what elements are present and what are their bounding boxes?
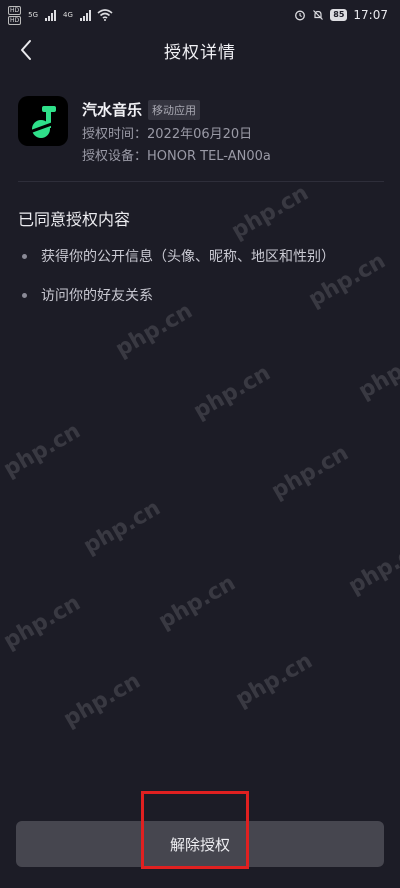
- signal-bars-icon-2: [79, 9, 91, 21]
- permission-item: 访问你的好友关系: [22, 285, 382, 305]
- watermark: php.cn: [267, 440, 353, 505]
- auth-device: 授权设备：HONOR TEL-AN00a: [82, 149, 271, 164]
- alarm-icon: [295, 10, 306, 21]
- watermark: php.cn: [344, 535, 400, 600]
- app-type-tag: 移动应用: [148, 99, 201, 120]
- signal-bars-icon: [45, 9, 57, 21]
- watermark: php.cn: [79, 495, 165, 560]
- app-text: 汽水音乐 移动应用 授权时间：2022年06月20日 授权设备：HONOR TE…: [82, 96, 271, 181]
- hd-badge-2: HD: [8, 15, 22, 25]
- permissions-title: 已同意授权内容: [18, 210, 131, 229]
- status-bar: HD HD 5G 4G 85 17:07: [0, 0, 400, 30]
- wifi-icon: [97, 9, 113, 21]
- nav-header: 授权详情: [0, 30, 400, 70]
- watermark: php.cn: [189, 360, 275, 425]
- battery-indicator: 85: [330, 9, 348, 21]
- app-icon: [18, 96, 68, 146]
- app-name-row: 汽水音乐 移动应用: [82, 99, 271, 120]
- permission-item: 获得你的公开信息（头像、昵称、地区和性别）: [22, 246, 382, 266]
- chevron-left-icon: [21, 40, 31, 60]
- permission-text: 访问你的好友关系: [41, 288, 153, 304]
- watermark: php.cn: [227, 180, 313, 245]
- revoke-label: 解除授权: [169, 835, 230, 854]
- status-time: 17:07: [353, 8, 388, 22]
- revoke-authorization-button[interactable]: 解除授权: [16, 821, 384, 867]
- status-left: HD HD 5G 4G: [8, 5, 113, 25]
- permissions-list: 获得你的公开信息（头像、昵称、地区和性别） 访问你的好友关系: [22, 246, 382, 324]
- music-note-logo-icon: [28, 106, 56, 138]
- watermark: php.cn: [59, 668, 145, 733]
- watermark: php.cn: [354, 340, 400, 405]
- app-name: 汽水音乐: [82, 101, 143, 119]
- auth-time: 授权时间：2022年06月20日: [82, 127, 253, 142]
- hd-badge-1: HD: [8, 5, 22, 15]
- permission-text: 获得你的公开信息（头像、昵称、地区和性别）: [41, 249, 335, 265]
- watermark: php.cn: [154, 570, 240, 635]
- app-info-card: 汽水音乐 移动应用 授权时间：2022年06月20日 授权设备：HONOR TE…: [18, 96, 384, 182]
- network-4g-label: 4G: [63, 10, 73, 19]
- watermark: php.cn: [0, 590, 85, 655]
- network-5g-label: 5G: [28, 10, 39, 19]
- page-title: 授权详情: [164, 42, 236, 63]
- back-button[interactable]: [10, 34, 42, 66]
- mute-bell-icon: [313, 10, 324, 20]
- status-right: 85 17:07: [294, 8, 388, 22]
- watermark: php.cn: [0, 418, 85, 483]
- watermark: php.cn: [231, 648, 317, 713]
- hd-badges: HD HD: [8, 5, 22, 25]
- bullet-dot: [22, 253, 27, 259]
- bullet-dot: [22, 292, 27, 298]
